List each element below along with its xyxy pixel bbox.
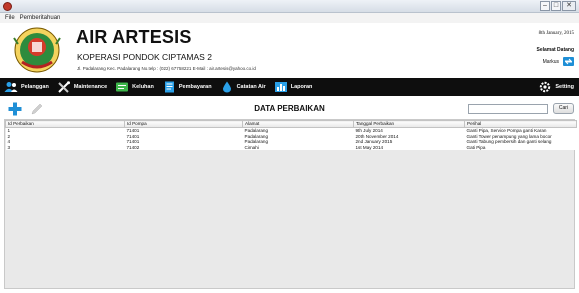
main-navbar: Pelanggan Maintenance Keluhan Pembayaran (0, 78, 579, 96)
table-cell: Gati Pipa (464, 144, 577, 150)
user-switch-icon[interactable] (563, 57, 574, 66)
nav-catatan-air-label: Catatan Air (236, 84, 266, 90)
app-icon (3, 2, 12, 11)
table-cell: 1st May 2014 (353, 144, 465, 150)
maximize-icon[interactable]: □ (551, 1, 561, 11)
nav-catatan-air[interactable]: Catatan Air (220, 78, 266, 96)
nav-keluhan-label: Keluhan (132, 84, 154, 90)
users-icon (4, 81, 18, 93)
table-header-row: Id Perbaikan Id Pompa Alamat Tanggal Per… (5, 120, 577, 128)
table-row[interactable]: 3 71402 Cimahi 1st May 2014 Gati Pipa (5, 144, 577, 150)
message-icon (115, 81, 129, 93)
search-input[interactable] (468, 104, 548, 114)
menu-file[interactable]: File (5, 13, 15, 23)
app-header: AIR ARTESIS KOPERASI PONDOK CIPTAMAS 2 J… (0, 23, 579, 77)
nav-keluhan[interactable]: Keluhan (115, 78, 154, 96)
tools-icon (57, 81, 71, 93)
app-title: AIR ARTESIS (76, 27, 192, 47)
table-cell: 71402 (124, 144, 243, 150)
nav-setting-label: Setting (555, 84, 574, 90)
organization-address: Jl. Padalarang Kec. Padalarang No.telp :… (77, 66, 256, 71)
column-header-alamat[interactable]: Alamat (242, 120, 354, 128)
current-date: 8th January, 2015 (538, 31, 574, 36)
user-name: Markus (542, 59, 559, 65)
data-table: Id Perbaikan Id Pompa Alamat Tanggal Per… (5, 120, 577, 150)
bar-chart-icon (274, 81, 288, 93)
welcome-text: Selamat Datang (536, 47, 574, 53)
content-toolbar: DATA PERBAIKAN Cari (0, 99, 579, 119)
organization-name: KOPERASI PONDOK CIPTAMAS 2 (77, 52, 212, 62)
close-icon[interactable]: ✕ (562, 1, 576, 11)
data-table-container[interactable]: Id Perbaikan Id Pompa Alamat Tanggal Per… (4, 119, 577, 289)
column-header-id-pompa[interactable]: Id Pompa (124, 120, 243, 128)
column-header-perihal[interactable]: Perihal (464, 120, 577, 128)
gear-icon (538, 81, 552, 93)
nav-maintenance-label: Maintenance (73, 84, 108, 90)
nav-laporan-label: Laporan (290, 84, 313, 90)
window-titlebar: – □ ✕ (0, 0, 579, 13)
column-header-id-perbaikan[interactable]: Id Perbaikan (5, 120, 125, 128)
menubar: File Pemberitahuan (0, 13, 579, 23)
nav-laporan[interactable]: Laporan (274, 78, 313, 96)
window-controls: – □ ✕ (540, 1, 576, 11)
column-header-tanggal-perbaikan[interactable]: Tanggal Perbaikan (353, 120, 465, 128)
nav-pelanggan[interactable]: Pelanggan (4, 78, 49, 96)
water-drop-icon (220, 81, 234, 93)
search-button[interactable]: Cari (553, 103, 574, 114)
menu-pemberitahuan[interactable]: Pemberitahuan (20, 13, 61, 23)
table-cell: 3 (5, 144, 125, 150)
nav-maintenance[interactable]: Maintenance (57, 78, 107, 96)
document-icon (162, 81, 176, 93)
nav-setting[interactable]: Setting (538, 78, 574, 96)
organization-logo (13, 27, 61, 73)
minimize-icon[interactable]: – (540, 1, 550, 11)
nav-pembayaran[interactable]: Pembayaran (162, 78, 212, 96)
nav-pelanggan-label: Pelanggan (21, 84, 49, 90)
nav-pembayaran-label: Pembayaran (178, 84, 212, 90)
table-cell: Cimahi (242, 144, 354, 150)
